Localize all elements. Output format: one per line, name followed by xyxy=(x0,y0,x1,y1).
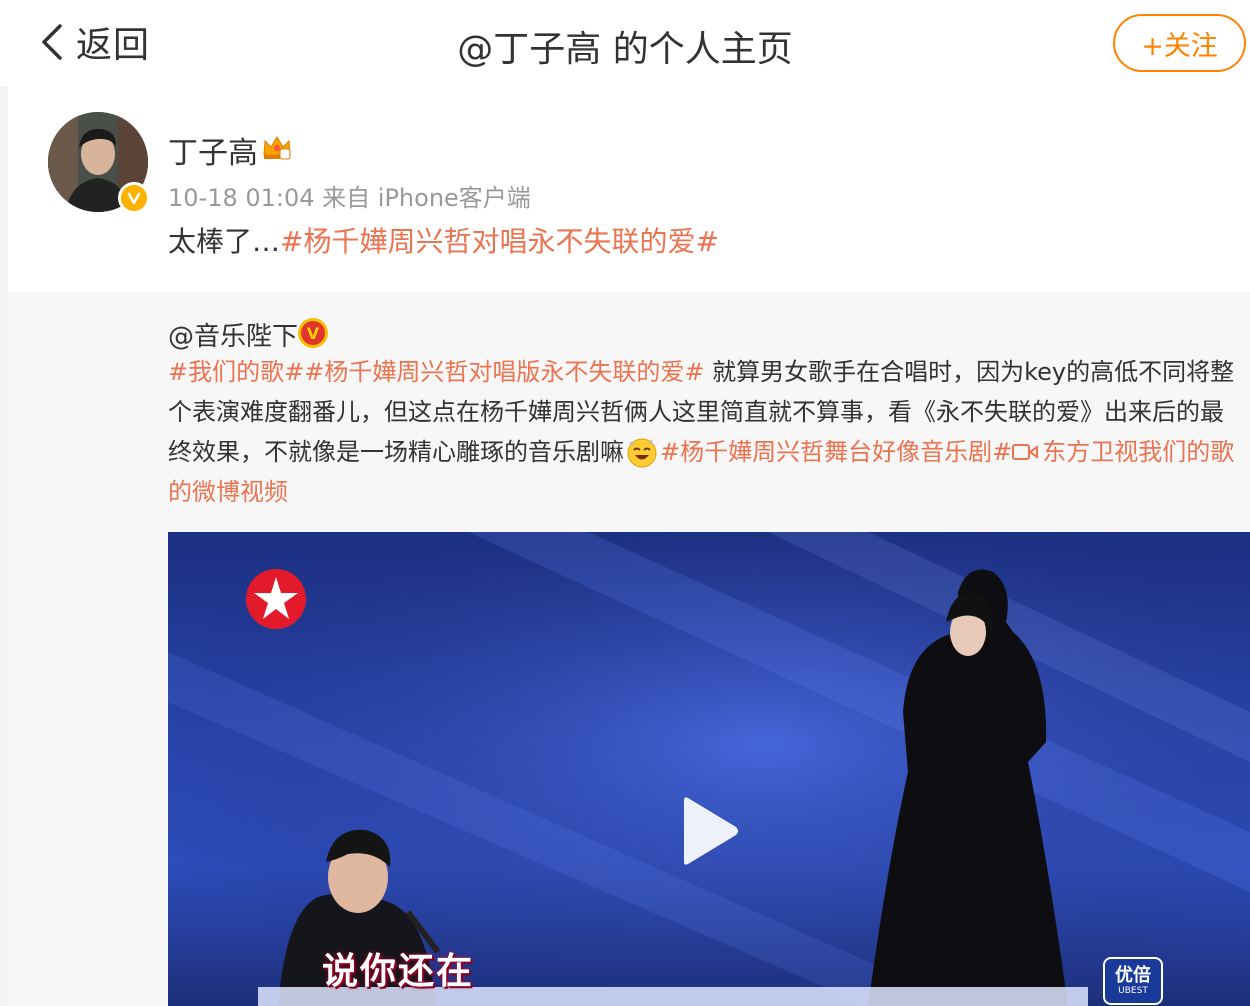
follow-button[interactable]: +关注 xyxy=(1113,14,1246,72)
verified-red-icon: V xyxy=(298,318,328,348)
repost-topic-musical[interactable]: #杨千嬅周兴哲舞台好像音乐剧# xyxy=(660,438,1012,466)
left-edge-divider xyxy=(0,86,8,1006)
repost-text-line3: 终效果，不就像是一场精心雕琢的音乐剧嘛 xyxy=(168,438,624,466)
post-topic-link[interactable]: #杨千嬅周兴哲对唱永不失联的爱# xyxy=(280,225,719,258)
video-camera-icon xyxy=(1012,444,1039,460)
video-source-text: 东方卫视我们的歌 xyxy=(1042,438,1235,466)
smile-emoji-icon xyxy=(627,438,657,468)
play-icon[interactable] xyxy=(678,794,740,868)
repost-body: #我们的歌##杨千嬅周兴哲对唱版永不失联的爱# 就算男女歌手在合唱时，因为key… xyxy=(168,352,1250,512)
dragon-tv-logo-icon xyxy=(246,569,306,629)
video-subtitle: 说你还在 xyxy=(322,951,475,992)
back-button[interactable]: 返回 xyxy=(38,18,150,66)
verified-badge-icon xyxy=(118,182,150,214)
chevron-left-icon xyxy=(42,24,62,60)
video-frame xyxy=(168,532,1250,1006)
sponsor-logo: 优倍 UBEST xyxy=(1103,957,1163,1005)
repost-text-line1: 就算男女歌手在合唱时，因为key的高低不同将整 xyxy=(704,358,1235,386)
video-player[interactable]: 说你还在 优倍 UBEST xyxy=(168,532,1250,1006)
repost-author-name[interactable]: @音乐陛下 xyxy=(168,316,298,353)
post-meta: 10-18 01:04 来自 iPhone客户端 xyxy=(168,184,531,212)
page-title: @丁子高 的个人主页 xyxy=(457,29,793,70)
video-source-link[interactable]: 东方卫视我们的歌 xyxy=(1012,438,1234,466)
back-label: 返回 xyxy=(76,25,151,66)
crown-icon xyxy=(263,136,291,160)
repost-topic-links[interactable]: #我们的歌##杨千嬅周兴哲对唱版永不失联的爱# xyxy=(168,358,704,386)
video-source-link-cont[interactable]: 的微博视频 xyxy=(168,478,288,506)
repost-text-line2: 个表演难度翻番儿，但这点在杨千嬅周兴哲俩人这里简直就不算事，看《永不失联的爱》出… xyxy=(168,398,1224,426)
post-text-plain: 太棒了… xyxy=(168,225,281,258)
post-text: 太棒了…#杨千嬅周兴哲对唱永不失联的爱# xyxy=(168,220,719,260)
post-author-name[interactable]: 丁子高 xyxy=(168,128,258,172)
top-nav-bar: 返回 @丁子高 的个人主页 +关注 xyxy=(0,0,1250,86)
